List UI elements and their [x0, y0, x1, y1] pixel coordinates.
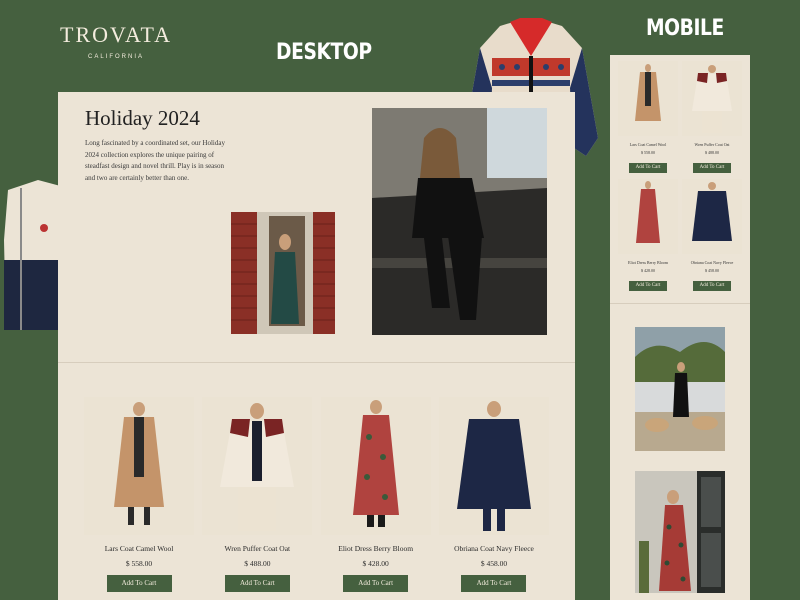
mobile-product-card[interactable]: Wren Puffer Coat Oat $ 488.00 Add To Car… [682, 61, 742, 173]
product-name[interactable]: Lars Coat Camel Wool [84, 544, 194, 553]
mobile-photo-dogs [635, 327, 725, 451]
mobile-photo-doorway [635, 471, 725, 593]
desktop-mockup: Holiday 2024 Long fascinated by a coordi… [58, 92, 575, 600]
product-card[interactable]: Obriana Coat Navy Fleece $ 458.00 Add To… [438, 397, 549, 592]
product-image[interactable] [682, 179, 742, 254]
add-to-cart-button[interactable]: Add To Cart [106, 575, 172, 592]
product-price: $ 458.00 [705, 268, 719, 273]
hero-photo-street [372, 108, 547, 335]
add-to-cart-button[interactable]: Add To Cart [693, 281, 731, 291]
section-divider [58, 362, 575, 363]
product-name[interactable]: Eliot Dress Berry Bloom [321, 544, 431, 553]
product-image[interactable] [682, 61, 742, 136]
product-price: $ 428.00 [362, 559, 389, 568]
product-image[interactable] [438, 397, 549, 535]
product-card[interactable]: Wren Puffer Coat Oat $ 488.00 Add To Car… [202, 397, 313, 592]
mobile-section-divider [610, 303, 750, 304]
product-card[interactable]: Lars Coat Camel Wool $ 558.00 Add To Car… [84, 397, 194, 592]
add-to-cart-button[interactable]: Add To Cart [343, 575, 409, 592]
product-price: $ 488.00 [705, 150, 719, 155]
product-name[interactable]: Obriana Coat Navy Fleece [682, 260, 742, 265]
add-to-cart-button[interactable]: Add To Cart [224, 575, 290, 592]
mobile-label: MOBILE [646, 16, 724, 41]
product-name[interactable]: Obriana Coat Navy Fleece [439, 544, 549, 553]
product-image[interactable] [202, 397, 313, 535]
mobile-product-card[interactable]: Eliot Dress Berry Bloom $ 428.00 Add To … [618, 179, 678, 291]
product-price: $ 558.00 [125, 559, 153, 568]
hero-photo-doorway [231, 212, 335, 334]
hero-title: Holiday 2024 [85, 106, 200, 130]
product-name[interactable]: Lars Coat Camel Wool [618, 142, 678, 147]
mobile-product-grid: Lars Coat Camel Wool $ 558.00 Add To Car… [618, 61, 742, 297]
desktop-label: DESKTOP [276, 40, 372, 65]
add-to-cart-button[interactable]: Add To Cart [693, 163, 731, 173]
product-card[interactable]: Eliot Dress Berry Bloom $ 428.00 Add To … [320, 397, 431, 592]
product-image[interactable] [84, 397, 194, 535]
product-name[interactable]: Wren Puffer Coat Oat [202, 544, 312, 553]
mobile-product-card[interactable]: Lars Coat Camel Wool $ 558.00 Add To Car… [618, 61, 678, 173]
mobile-product-card[interactable]: Obriana Coat Navy Fleece $ 458.00 Add To… [682, 179, 742, 291]
product-price: $ 428.00 [641, 268, 655, 273]
product-price: $ 488.00 [244, 559, 271, 568]
add-to-cart-button[interactable]: Add To Cart [629, 163, 667, 173]
product-grid: Lars Coat Camel Wool $ 558.00 Add To Car… [84, 397, 549, 592]
hero-text: Long fascinated by a coordinated set, ou… [85, 139, 225, 182]
product-name[interactable]: Wren Puffer Coat Oat [682, 142, 742, 147]
product-name[interactable]: Eliot Dress Berry Bloom [618, 260, 678, 265]
add-to-cart-button[interactable]: Add To Cart [461, 575, 527, 592]
brand-tagline: CALIFORNIA [87, 54, 144, 60]
product-image[interactable] [320, 397, 431, 535]
mobile-mockup: Lars Coat Camel Wool $ 558.00 Add To Car… [610, 55, 750, 600]
product-price: $ 558.00 [641, 150, 655, 155]
add-to-cart-button[interactable]: Add To Cart [629, 281, 667, 291]
product-image[interactable] [618, 61, 678, 136]
brand-logo[interactable]: TROVATA CALIFORNIA [60, 22, 172, 60]
product-price: $ 458.00 [480, 559, 508, 568]
product-image[interactable] [618, 179, 678, 254]
brand-name: TROVATA [60, 22, 173, 47]
